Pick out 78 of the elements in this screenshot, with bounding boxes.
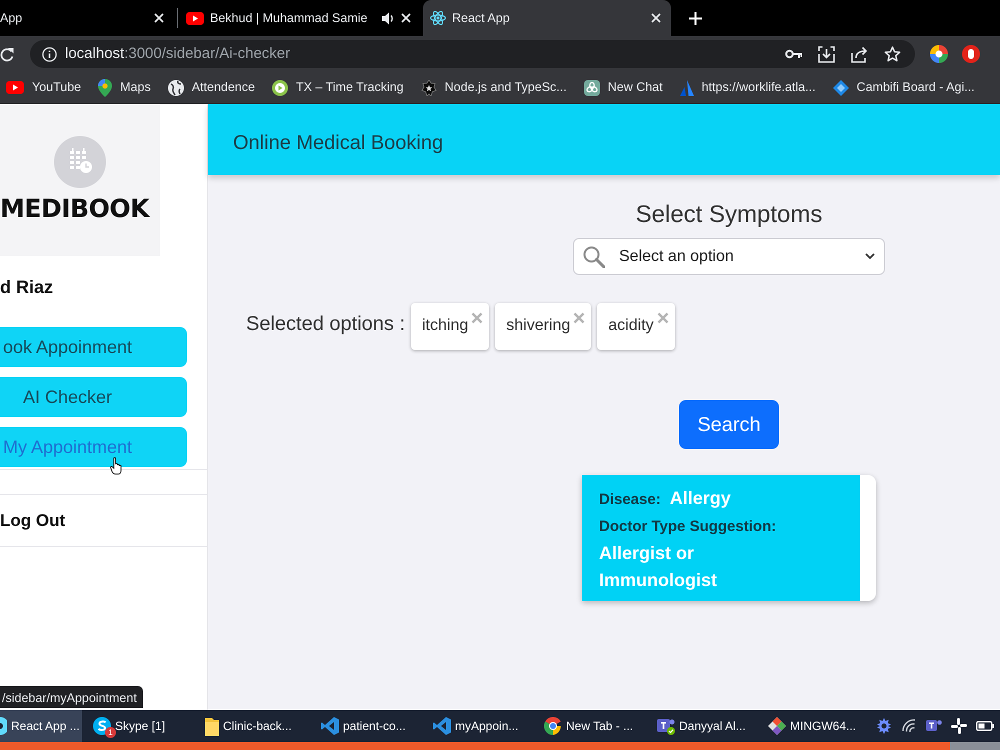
doctor-type-label: Doctor Type Suggestion:: [599, 518, 776, 535]
disease-value: Allergy: [670, 487, 731, 510]
taskbar-item[interactable]: myAppoin...: [426, 710, 537, 742]
notification-badge: 1: [105, 727, 116, 738]
extension-icon[interactable]: [962, 45, 980, 63]
app-icon[interactable]: [0, 717, 7, 735]
pinwheel-icon[interactable]: [951, 718, 967, 734]
video-play-icon: [186, 12, 204, 24]
reload-icon[interactable]: [0, 46, 14, 62]
link-preview: /sidebar/myAppointment: [0, 686, 143, 708]
calendar-clock-icon: [54, 136, 106, 188]
map-pin-icon[interactable]: [98, 78, 112, 96]
bookmark[interactable]: YouTube: [6, 78, 82, 97]
battery-icon[interactable]: [976, 721, 994, 731]
selected-options-label: Selected options :: [246, 312, 405, 337]
logo-text: MEDIBOOK: [0, 194, 149, 224]
play-circle-icon[interactable]: [272, 80, 288, 96]
gear-icon[interactable]: [876, 718, 892, 734]
symptom-tag-text: shivering: [506, 317, 570, 335]
star-icon[interactable]: [884, 46, 901, 62]
taskbar-item[interactable]: New Tab - ...: [537, 710, 650, 742]
bookmark[interactable]: https://worklife.atla...: [680, 78, 816, 97]
close-icon[interactable]: [401, 13, 411, 23]
star-badge-icon[interactable]: [420, 80, 437, 96]
bookmark[interactable]: Cambifi Board - Agi...: [832, 78, 975, 97]
strip-end-segment: [950, 742, 1000, 750]
browser-tab[interactable]: App: [0, 0, 176, 36]
taskbar-item[interactable]: MINGW64...: [761, 710, 861, 742]
symptom-select[interactable]: Select an option: [573, 238, 885, 275]
code-editor-icon[interactable]: [433, 717, 451, 735]
code-editor-icon[interactable]: [321, 717, 339, 735]
search-button[interactable]: Search: [679, 400, 779, 449]
taskbar-item[interactable]: Clinic-back...: [198, 710, 314, 742]
atom-icon: [430, 10, 446, 26]
taskbar-item[interactable]: React App ...: [0, 710, 82, 742]
sidebar-nav-button[interactable]: AI Checker: [0, 377, 187, 417]
flower-logo-icon[interactable]: [584, 80, 600, 96]
disease-label: Disease:: [599, 490, 661, 510]
sidebar-nav-button[interactable]: ook Appoinment: [0, 327, 187, 367]
logout-link[interactable]: Log Out: [0, 495, 207, 546]
browser-icon[interactable]: [544, 717, 562, 735]
browser-tab[interactable]: React App: [423, 0, 671, 36]
bookmark[interactable]: Maps: [98, 78, 151, 97]
taskbar-item[interactable]: patient-co...: [314, 710, 426, 742]
address-bar[interactable]: localhost:3000/sidebar/Ai-checker: [30, 40, 915, 68]
search-icon: [583, 246, 605, 268]
symptom-tag-text: acidity: [608, 317, 654, 335]
wifi-icon[interactable]: [901, 719, 917, 733]
team-app-icon[interactable]: [657, 717, 675, 735]
speaker-icon[interactable]: [382, 12, 395, 24]
globe-icon[interactable]: [168, 80, 184, 96]
user-name: d Riaz: [0, 276, 54, 298]
chevron-down-icon[interactable]: [865, 253, 875, 260]
video-play-icon: [6, 81, 24, 94]
new-tab-icon[interactable]: [689, 12, 702, 24]
close-icon[interactable]: [651, 13, 661, 23]
info-icon[interactable]: [42, 46, 57, 62]
close-icon[interactable]: [154, 13, 164, 23]
symptom-tag-text: itching: [422, 317, 468, 335]
hand-cursor-icon: [110, 457, 123, 475]
diamond-icon[interactable]: [832, 80, 849, 96]
taskbar-item[interactable]: Danyyal Al...: [650, 710, 761, 742]
section-heading: Select Symptoms: [634, 200, 824, 229]
bookmark[interactable]: New Chat: [584, 78, 663, 97]
browser-tab[interactable]: Bekhud | Muhammad Samie: [179, 0, 421, 36]
download-icon[interactable]: [818, 46, 835, 62]
diamond-app-icon[interactable]: [768, 717, 786, 735]
app-title: Online Medical Booking: [233, 130, 444, 156]
bookmark[interactable]: Attendence: [168, 78, 255, 97]
bookmark[interactable]: TX – Time Tracking: [272, 78, 404, 97]
color-wheel-icon[interactable]: [930, 45, 948, 63]
triangle-logo-icon[interactable]: [680, 80, 694, 96]
key-icon[interactable]: [785, 49, 802, 59]
bookmark[interactable]: Node.js and TypeSc...: [420, 78, 567, 97]
share-icon[interactable]: [851, 46, 868, 62]
folder-icon[interactable]: [205, 716, 219, 736]
doctor-type-value: Allergist or Immunologist: [599, 542, 718, 592]
team-app-icon[interactable]: [926, 718, 942, 734]
